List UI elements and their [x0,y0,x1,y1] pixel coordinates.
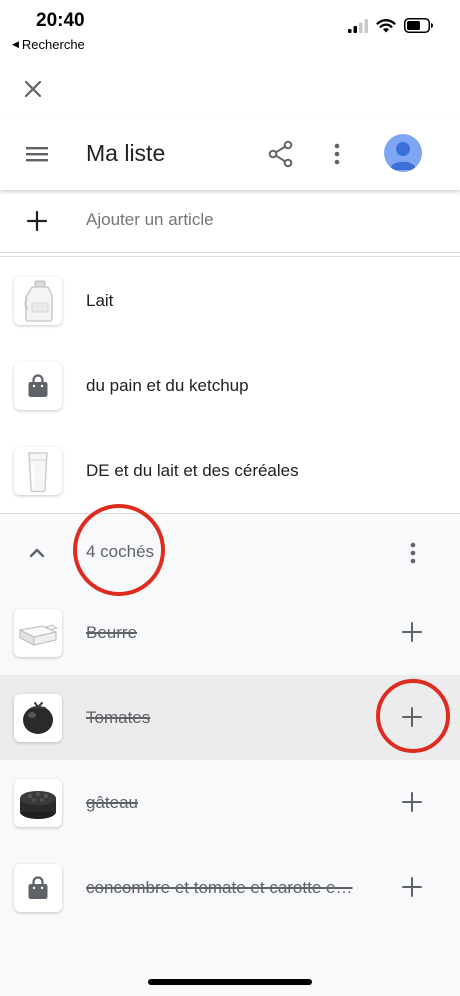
cellular-signal-icon [348,18,368,33]
item-label: Tomates [86,708,151,727]
person-icon [390,142,416,170]
readd-item-button[interactable] [400,790,424,814]
add-item-input[interactable] [86,210,426,230]
shopping-bag-icon [14,362,62,410]
menu-button[interactable] [24,142,50,166]
checked-count: 4 cochés [86,542,155,561]
battery-icon [404,18,433,33]
divider [0,256,460,257]
item-label: du pain et du ketchup [86,376,249,395]
shopping-bag-icon [14,864,62,912]
item-label: Beurre [86,623,138,642]
app-header: Ma liste [0,118,460,190]
wifi-icon [376,19,396,33]
close-icon [24,80,42,98]
back-to-search-link[interactable]: ◀ Recherche [12,37,85,52]
status-bar: 20:40 ◀ Recherche [0,0,460,56]
checked-header[interactable]: 4 cochés [0,513,460,593]
plus-icon [402,792,422,812]
item-label: gâteau [86,793,138,812]
more-vert-icon [410,542,416,564]
cake-icon [14,779,62,827]
collapse-checked-button[interactable] [26,543,48,563]
page-title: Ma liste [86,140,166,166]
account-avatar[interactable] [384,134,422,172]
checked-item[interactable]: gâteau [0,760,460,845]
readd-item-button[interactable] [400,875,424,899]
checked-item[interactable]: Beurre [0,590,460,675]
tomato-icon [14,694,62,742]
status-time: 20:40 [36,10,85,31]
plus-icon [402,877,422,897]
plus-icon [402,622,422,642]
chevron-up-icon [29,548,45,558]
checked-item[interactable]: concombre et tomate et carotte e… [0,845,460,930]
divider [0,252,460,253]
add-icon [26,210,48,232]
share-icon [268,140,293,168]
list-item[interactable]: Lait [0,258,460,343]
more-vert-icon [334,143,340,165]
item-label: concombre et tomate et carotte e… [86,878,353,897]
checked-more-button[interactable] [404,539,422,567]
list-item[interactable]: DE et du lait et des céréales [0,428,460,513]
back-label: Recherche [21,37,85,52]
plus-icon [402,707,422,727]
hamburger-menu-icon [26,147,48,162]
readd-item-button[interactable] [400,620,424,644]
more-options-button[interactable] [328,140,346,168]
home-indicator [148,979,312,985]
item-label: DE et du lait et des céréales [86,461,299,480]
back-triangle-icon: ◀ [12,39,19,49]
status-icons [348,18,434,33]
milk-jug-icon [14,277,62,325]
add-item-row[interactable] [0,190,460,252]
milk-glass-icon [14,447,62,495]
butter-icon [14,609,62,657]
readd-item-button[interactable] [400,705,424,729]
list-item[interactable]: du pain et du ketchup [0,343,460,428]
item-label: Lait [86,291,114,310]
checked-item[interactable]: Tomates [0,675,460,760]
share-button[interactable] [268,140,294,168]
close-button[interactable] [20,76,46,102]
